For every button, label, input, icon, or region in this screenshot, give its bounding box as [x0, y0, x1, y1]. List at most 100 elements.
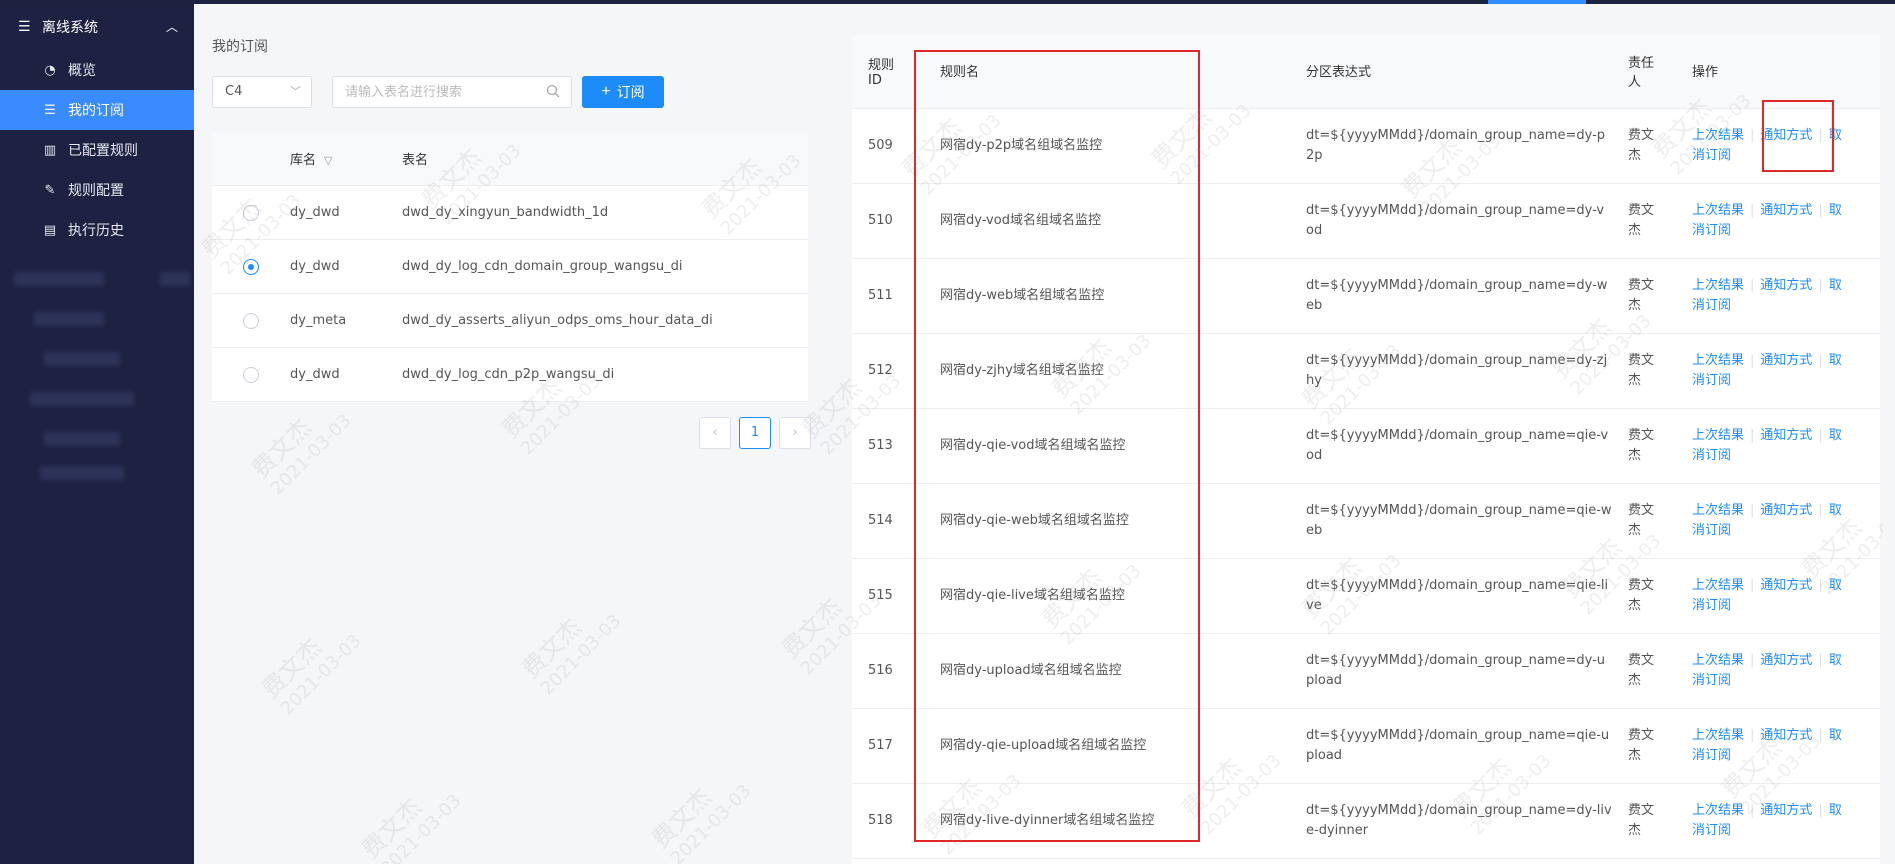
last-result-link[interactable]: 上次结果: [1692, 803, 1744, 818]
row-radio[interactable]: [243, 204, 259, 221]
table-row[interactable]: dy_dwd dwd_dy_xingyun_bandwidth_1d: [212, 186, 808, 240]
unsubscribe-link-cont[interactable]: 消订阅: [1692, 448, 1731, 463]
unsubscribe-link-cont[interactable]: 消订阅: [1692, 748, 1731, 763]
rule-id: 517: [852, 708, 916, 784]
chevron-up-icon: ︿: [165, 20, 178, 34]
unsubscribe-link[interactable]: 取: [1829, 653, 1842, 668]
table-list: 库名 ▽ 表名 dy_dwd dwd_dy_xingyun_bandwidth_1…: [212, 132, 808, 402]
highlight-box-notify: [1762, 100, 1834, 172]
edit-icon: ✎: [44, 182, 56, 198]
rule-actions: 上次结果 | 通知方式 | 取消订阅: [1684, 483, 1880, 559]
unsubscribe-link-cont[interactable]: 消订阅: [1692, 523, 1731, 538]
notify-method-link[interactable]: 通知方式: [1760, 503, 1812, 518]
last-result-link[interactable]: 上次结果: [1692, 578, 1744, 593]
sidebar-item-blurred[interactable]: [0, 380, 194, 420]
cluster-select[interactable]: C4 ﹀: [212, 76, 312, 108]
rule-actions: 上次结果 | 通知方式 | 取消订阅: [1684, 183, 1880, 259]
unsubscribe-link-cont[interactable]: 消订阅: [1692, 298, 1731, 313]
sidebar-item-blurred[interactable]: [0, 300, 194, 340]
scrollbar-track[interactable]: [1883, 40, 1895, 864]
dashboard-icon: ◔: [44, 62, 56, 78]
db-name: dy_meta: [290, 313, 347, 328]
link-divider: |: [1750, 502, 1755, 518]
partition-expr: dt=${yyyyMMdd}/domain_group_name=dy-live…: [1298, 783, 1620, 859]
table-row[interactable]: dy_meta dwd_dy_asserts_aliyun_odps_oms_h…: [212, 294, 808, 348]
unsubscribe-link[interactable]: 取: [1829, 728, 1842, 743]
table-name: dwd_dy_log_cdn_domain_group_wangsu_di: [402, 259, 683, 274]
notify-method-link[interactable]: 通知方式: [1760, 728, 1812, 743]
link-divider: |: [1750, 802, 1755, 818]
notify-method-link[interactable]: 通知方式: [1760, 203, 1812, 218]
sidebar-item-my-subscriptions[interactable]: ☰ 我的订阅: [0, 90, 194, 130]
sidebar-item-blurred[interactable]: [0, 340, 194, 380]
row-radio[interactable]: [243, 258, 259, 275]
unsubscribe-link-cont[interactable]: 消订阅: [1692, 823, 1731, 838]
row-radio[interactable]: [243, 312, 259, 329]
panel-title: 我的订阅: [212, 39, 268, 55]
sidebar-item-blurred[interactable]: [0, 460, 194, 500]
rule-owner: 费文杰: [1620, 258, 1684, 334]
unsubscribe-link-cont[interactable]: 消订阅: [1692, 373, 1731, 388]
rule-actions: 上次结果 | 通知方式 | 取消订阅: [1684, 558, 1880, 634]
unsubscribe-link-cont[interactable]: 消订阅: [1692, 673, 1731, 688]
last-result-link[interactable]: 上次结果: [1692, 353, 1744, 368]
notify-method-link[interactable]: 通知方式: [1760, 353, 1812, 368]
column-header-db[interactable]: 库名 ▽: [290, 149, 402, 168]
notify-method-link[interactable]: 通知方式: [1760, 653, 1812, 668]
history-icon: ▤: [43, 222, 57, 238]
sidebar-system-header[interactable]: ☰ 离线系统 ︿: [0, 4, 194, 50]
link-divider: |: [1818, 577, 1823, 593]
link-divider: |: [1818, 802, 1823, 818]
link-divider: |: [1750, 727, 1755, 743]
sidebar: ☰ 离线系统 ︿ ◔ 概览 ☰ 我的订阅 ▥ 已配置规则 ✎ 规则配置 ▤ 执行…: [0, 4, 194, 864]
prev-page-button[interactable]: ‹: [699, 417, 731, 449]
notify-method-link[interactable]: 通知方式: [1760, 428, 1812, 443]
last-result-link[interactable]: 上次结果: [1692, 503, 1744, 518]
sidebar-item-label: 概览: [68, 63, 96, 79]
sidebar-item-blurred[interactable]: [0, 420, 194, 460]
unsubscribe-link-cont[interactable]: 消订阅: [1692, 148, 1731, 163]
last-result-link[interactable]: 上次结果: [1692, 128, 1744, 143]
last-result-link[interactable]: 上次结果: [1692, 203, 1744, 218]
rule-owner: 费文杰: [1620, 783, 1684, 859]
last-result-link[interactable]: 上次结果: [1692, 428, 1744, 443]
unsubscribe-link-cont[interactable]: 消订阅: [1692, 598, 1731, 613]
table-name: dwd_dy_log_cdn_p2p_wangsu_di: [402, 367, 615, 382]
row-radio[interactable]: [243, 366, 259, 383]
last-result-link[interactable]: 上次结果: [1692, 278, 1744, 293]
sidebar-item-rule-config[interactable]: ✎ 规则配置: [0, 170, 194, 210]
unsubscribe-link[interactable]: 取: [1829, 428, 1842, 443]
notify-method-link[interactable]: 通知方式: [1760, 278, 1812, 293]
rule-owner: 费文杰: [1620, 333, 1684, 409]
sidebar-item-configured-rules[interactable]: ▥ 已配置规则: [0, 130, 194, 170]
table-search-input[interactable]: [332, 76, 572, 108]
subscribe-button[interactable]: + 订阅: [582, 76, 664, 108]
link-divider: |: [1750, 652, 1755, 668]
unsubscribe-link[interactable]: 取: [1829, 503, 1842, 518]
sidebar-item-blurred[interactable]: [0, 260, 194, 300]
table-row[interactable]: dy_dwd dwd_dy_log_cdn_p2p_wangsu_di: [212, 348, 808, 402]
notify-method-link[interactable]: 通知方式: [1760, 803, 1812, 818]
sidebar-item-overview[interactable]: ◔ 概览: [0, 50, 194, 90]
page-button[interactable]: 1: [739, 417, 771, 449]
unsubscribe-link[interactable]: 取: [1829, 278, 1842, 293]
link-divider: |: [1750, 202, 1755, 218]
partition-expr: dt=${yyyyMMdd}/domain_group_name=qie-vod: [1298, 408, 1620, 484]
last-result-link[interactable]: 上次结果: [1692, 728, 1744, 743]
subscribe-button-label: 订阅: [616, 84, 645, 100]
search-icon[interactable]: [546, 84, 560, 98]
last-result-link[interactable]: 上次结果: [1692, 653, 1744, 668]
unsubscribe-link[interactable]: 取: [1829, 578, 1842, 593]
sidebar-item-history[interactable]: ▤ 执行历史: [0, 210, 194, 250]
notify-method-link[interactable]: 通知方式: [1760, 578, 1812, 593]
rule-owner: 费文杰: [1620, 183, 1684, 259]
next-page-button[interactable]: ›: [779, 417, 811, 449]
filter-icon[interactable]: ▽: [324, 154, 332, 167]
unsubscribe-link[interactable]: 取: [1829, 353, 1842, 368]
unsubscribe-link[interactable]: 取: [1829, 203, 1842, 218]
unsubscribe-link[interactable]: 取: [1829, 803, 1842, 818]
rule-owner: 费文杰: [1620, 483, 1684, 559]
unsubscribe-link-cont[interactable]: 消订阅: [1692, 223, 1731, 238]
link-divider: |: [1818, 727, 1823, 743]
table-row[interactable]: dy_dwd dwd_dy_log_cdn_domain_group_wangs…: [212, 240, 808, 294]
